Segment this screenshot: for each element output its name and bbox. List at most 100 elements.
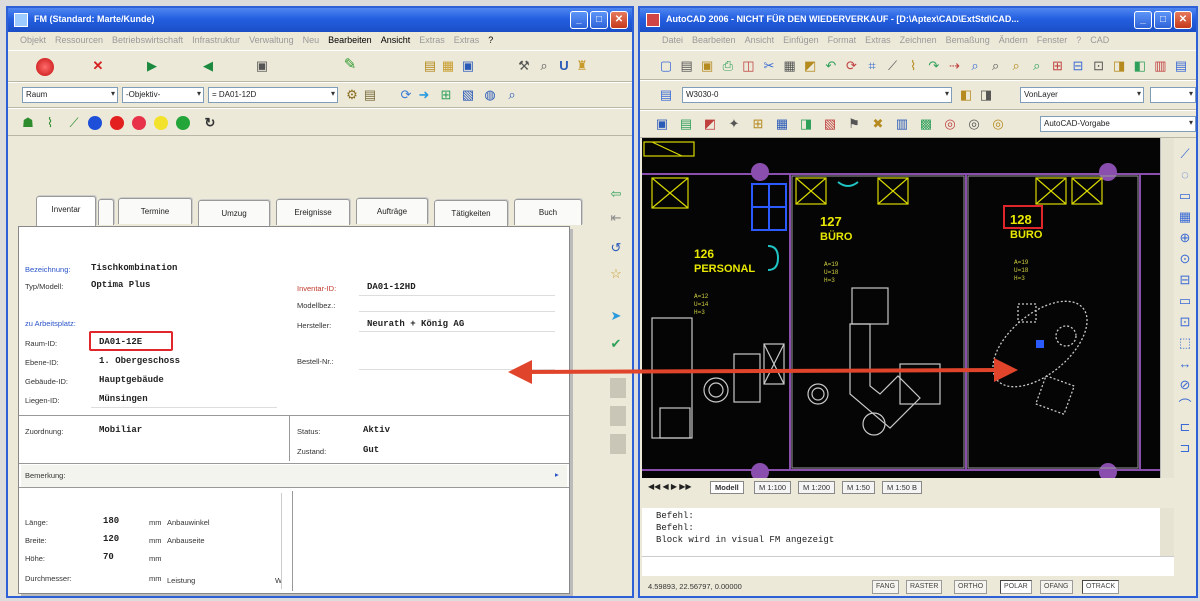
pan-icon[interactable]: ⇢ bbox=[946, 58, 962, 74]
status-yellow-icon[interactable] bbox=[154, 116, 168, 130]
nav-sub-icon[interactable]: ⇤ bbox=[608, 210, 624, 226]
layout-tab[interactable]: M 1:200 bbox=[798, 481, 836, 494]
status-green-icon[interactable] bbox=[176, 116, 190, 130]
zoom-icon[interactable]: ⌕ bbox=[504, 87, 520, 103]
filter-run-icon[interactable]: ⚙ bbox=[344, 87, 360, 103]
laenge-value[interactable]: 180 bbox=[103, 516, 119, 526]
graph-icon[interactable]: ⟋ bbox=[66, 115, 82, 131]
fm-menu-item[interactable]: Betriebswirtschaft bbox=[112, 35, 183, 45]
fm-menu-item[interactable]: Bearbeiten bbox=[328, 35, 372, 45]
cad-close-button[interactable]: ✕ bbox=[1174, 11, 1192, 29]
sheet-set-icon[interactable]: ◨ bbox=[1111, 58, 1127, 74]
layer-state-icon[interactable]: ◨ bbox=[978, 87, 994, 103]
layout-tab[interactable]: M 1:50 bbox=[842, 481, 875, 494]
undo-icon[interactable]: ↶ bbox=[823, 58, 839, 74]
cad-tool-9-icon[interactable]: ⚑ bbox=[846, 116, 862, 132]
side-block-2[interactable] bbox=[610, 406, 626, 426]
zoom-window-icon[interactable]: ⌕ bbox=[988, 58, 1004, 74]
lock-icon[interactable]: ♜ bbox=[574, 58, 590, 74]
maximize-button[interactable]: □ bbox=[590, 11, 608, 29]
tab-buch[interactable]: Buch bbox=[514, 199, 582, 225]
cad-menu-item[interactable]: CAD bbox=[1090, 35, 1109, 45]
fm-menu-item[interactable]: Objekt bbox=[20, 35, 46, 45]
check-icon[interactable]: ✔ bbox=[608, 336, 624, 352]
fm-menu-item[interactable]: ? bbox=[488, 35, 493, 45]
link-icon[interactable]: ⟳ bbox=[398, 87, 414, 103]
calc-icon[interactable]: ▥ bbox=[1152, 58, 1168, 74]
cad-menu-item[interactable]: Bemaßung bbox=[946, 35, 990, 45]
fm-menu-item[interactable]: Infrastruktur bbox=[192, 35, 240, 45]
folder-icon[interactable]: ▤ bbox=[422, 58, 438, 74]
status-toggle-fang[interactable]: FANG bbox=[872, 580, 900, 594]
cad-tool-3-icon[interactable]: ◩ bbox=[702, 116, 718, 132]
layout-nav-icon[interactable]: ◀◀ ◀ ▶ ▶▶ bbox=[648, 482, 692, 491]
cad-menu-item[interactable]: Format bbox=[828, 35, 857, 45]
refresh-icon[interactable]: ↻ bbox=[202, 115, 218, 131]
cad-drawing-area[interactable]: 126 PERSONAL 127 BÜRO 128 BÜRO A=12 U=14 H… bbox=[642, 138, 1160, 478]
layer-prev-icon[interactable]: ◧ bbox=[958, 87, 974, 103]
modify-tool-9-icon[interactable]: ⊡ bbox=[1177, 314, 1193, 330]
tab-aufträge[interactable]: Aufträge bbox=[356, 198, 428, 224]
style-combo[interactable]: AutoCAD-Vorgabe ▾ bbox=[1040, 116, 1196, 132]
fm-titlebar[interactable]: FM (Standard: Marte/Kunde) _ □ ✕ bbox=[8, 8, 632, 32]
modify-tool-15-icon[interactable]: ⊐ bbox=[1177, 440, 1193, 456]
modify-tool-4-icon[interactable]: ▦ bbox=[1177, 209, 1193, 225]
cad-menu-item[interactable]: Ansicht bbox=[745, 35, 775, 45]
close-button[interactable]: ✕ bbox=[610, 11, 628, 29]
back-icon[interactable]: ◀ bbox=[200, 58, 216, 74]
side-block-3[interactable] bbox=[610, 434, 626, 454]
save-icon[interactable]: ▣ bbox=[460, 58, 476, 74]
command-input[interactable] bbox=[642, 556, 1174, 576]
cad-tool-12-icon[interactable]: ▩ bbox=[918, 116, 934, 132]
cad-tool-1-icon[interactable]: ▣ bbox=[654, 116, 670, 132]
forward-icon[interactable]: ▶ bbox=[144, 58, 160, 74]
status-value[interactable]: Aktiv bbox=[363, 425, 390, 435]
status-pink-icon[interactable] bbox=[132, 116, 146, 130]
modify-tool-5-icon[interactable]: ⊕ bbox=[1177, 230, 1193, 246]
modify-tool-6-icon[interactable]: ⊙ bbox=[1177, 251, 1193, 267]
preview-icon[interactable]: ◫ bbox=[740, 58, 756, 74]
status-toggle-ofang[interactable]: OFANG bbox=[1040, 580, 1073, 594]
tab-umzug[interactable]: Umzug bbox=[198, 200, 270, 226]
cad-vscroll[interactable] bbox=[1160, 138, 1174, 478]
fm-menu-item[interactable]: Ansicht bbox=[381, 35, 411, 45]
cad-minimize-button[interactable]: _ bbox=[1134, 11, 1152, 29]
markup-icon[interactable]: ◧ bbox=[1132, 58, 1148, 74]
redo-arrow-icon[interactable]: ↷ bbox=[926, 58, 942, 74]
fm-menu-item[interactable]: Extras bbox=[419, 35, 445, 45]
autocad-titlebar[interactable]: AutoCAD 2006 - NICHT FÜR DEN WIEDERVERKA… bbox=[640, 8, 1196, 32]
tab-ereignisse[interactable]: Ereignisse bbox=[276, 199, 350, 225]
modify-tool-2-icon[interactable]: ◌ bbox=[1177, 167, 1193, 183]
cut-icon[interactable]: ✂ bbox=[761, 58, 777, 74]
tool-palette-icon[interactable]: ⊡ bbox=[1091, 58, 1107, 74]
print-icon[interactable]: ▣ bbox=[254, 58, 270, 74]
layout-tab[interactable]: M 1:50 B bbox=[882, 481, 923, 494]
magnet-icon[interactable]: U bbox=[556, 58, 572, 74]
zoom-prev-icon[interactable]: ⌕ bbox=[1008, 58, 1024, 74]
bemerkung-expand-icon[interactable]: ▸ bbox=[555, 470, 559, 479]
cad-tool-13-icon[interactable]: ◎ bbox=[942, 116, 958, 132]
cad-tool-6-icon[interactable]: ▦ bbox=[774, 116, 790, 132]
cad-menu-item[interactable]: Bearbeiten bbox=[692, 35, 736, 45]
layers-icon[interactable]: ▤ bbox=[1173, 58, 1189, 74]
open-icon[interactable]: ▤ bbox=[679, 58, 695, 74]
fm-menu-item[interactable]: Verwaltung bbox=[249, 35, 294, 45]
modify-tool-14-icon[interactable]: ⊏ bbox=[1177, 419, 1193, 435]
cad-menu-item[interactable]: Fenster bbox=[1037, 35, 1068, 45]
command-scroll[interactable] bbox=[1160, 508, 1174, 556]
zoom-realtime-icon[interactable]: ⌕ bbox=[967, 58, 983, 74]
cad-menu-item[interactable]: Datei bbox=[662, 35, 683, 45]
delete-icon[interactable]: ✕ bbox=[90, 58, 106, 74]
breite-value[interactable]: 120 bbox=[103, 534, 119, 544]
hoehe-value[interactable]: 70 bbox=[103, 552, 114, 562]
typ-value[interactable]: Optima Plus bbox=[91, 280, 150, 290]
cad-tool-8-icon[interactable]: ▧ bbox=[822, 116, 838, 132]
fm-menu-item[interactable]: Ressourcen bbox=[55, 35, 103, 45]
gebaeude-id-value[interactable]: Hauptgebäude bbox=[99, 375, 164, 385]
nav-arrow-icon[interactable]: ⇦ bbox=[608, 186, 624, 202]
search-icon[interactable]: ⌕ bbox=[536, 58, 552, 74]
match-icon[interactable]: ⌗ bbox=[864, 58, 880, 74]
layout-tab[interactable]: M 1:100 bbox=[754, 481, 792, 494]
tab-more[interactable] bbox=[98, 199, 114, 225]
layer-combo[interactable]: W3030-0 ▾ bbox=[682, 87, 952, 103]
